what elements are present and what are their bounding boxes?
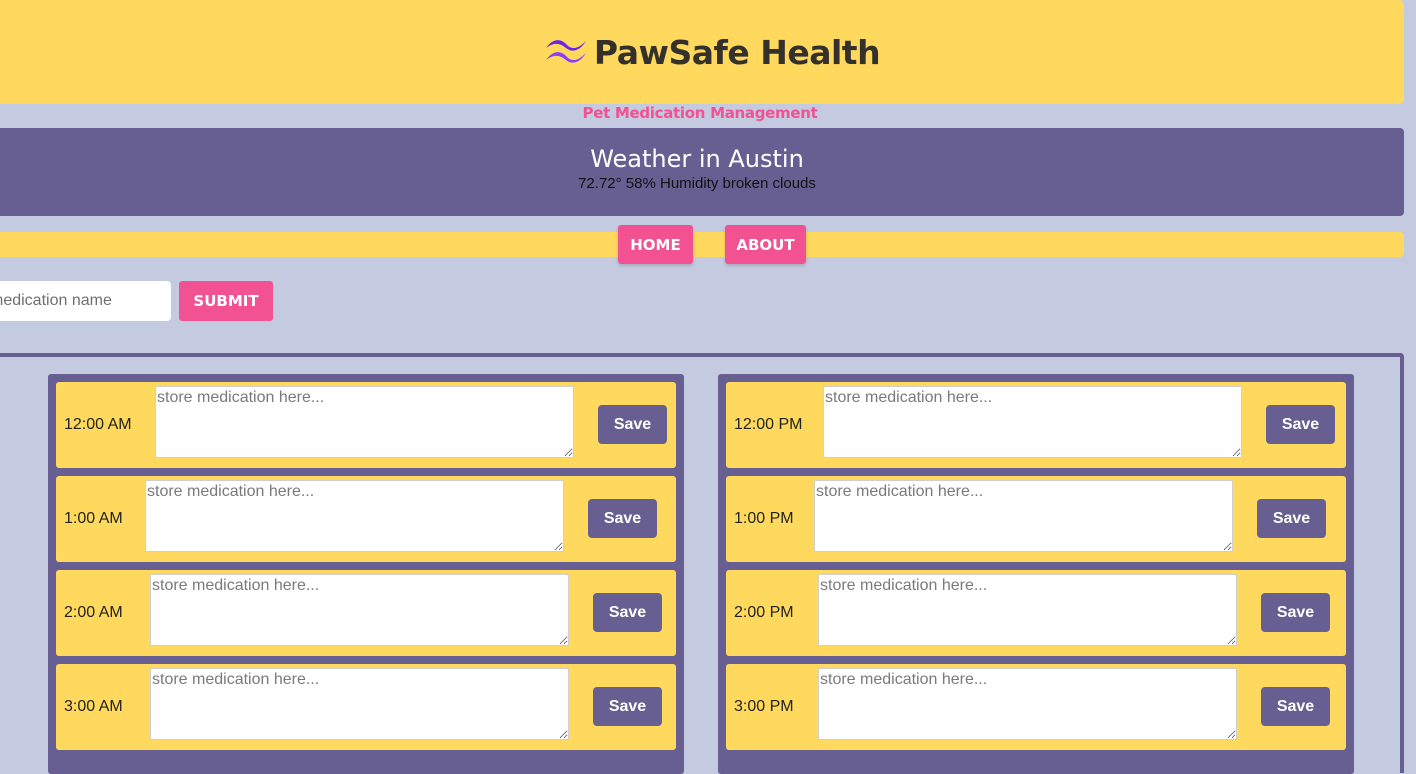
slot-time: 2:00 AM [64, 604, 123, 621]
save-button[interactable]: Save [1266, 405, 1335, 444]
medication-textarea[interactable] [818, 574, 1237, 646]
weather-panel: Weather in Austin 72.72° 58% Humidity br… [0, 128, 1404, 216]
about-button[interactable]: ABOUT [725, 225, 806, 264]
save-button[interactable]: Save [588, 499, 657, 538]
home-button[interactable]: HOME [618, 225, 693, 264]
time-slot: 2:00 PM Save [726, 570, 1346, 656]
brand[interactable]: PawSafe Health [544, 32, 881, 72]
site-header: PawSafe Health [0, 0, 1404, 104]
site-title: PawSafe Health [593, 32, 881, 72]
slot-time: 3:00 AM [64, 698, 123, 715]
time-slot: 12:00 PM Save [726, 382, 1346, 468]
time-slot: 12:00 AM Save [56, 382, 676, 468]
medication-textarea[interactable] [150, 574, 569, 646]
medication-textarea[interactable] [155, 386, 574, 458]
slot-time: 3:00 PM [734, 698, 794, 715]
save-button[interactable]: Save [1261, 687, 1330, 726]
slot-time: 12:00 AM [64, 416, 132, 433]
pm-schedule-column: 12:00 PM Save 1:00 PM Save 2:00 PM Save … [718, 374, 1354, 774]
medication-name-input[interactable] [0, 281, 171, 321]
time-slot: 1:00 PM Save [726, 476, 1346, 562]
slot-time: 12:00 PM [734, 416, 803, 433]
time-slot: 1:00 AM Save [56, 476, 676, 562]
site-subtitle: Pet Medication Management [582, 104, 818, 122]
medication-textarea[interactable] [818, 668, 1237, 740]
submit-button[interactable]: SUBMIT [179, 281, 273, 321]
medication-textarea[interactable] [150, 668, 569, 740]
medication-textarea[interactable] [814, 480, 1233, 552]
slot-time: 2:00 PM [734, 604, 794, 621]
medication-textarea[interactable] [145, 480, 564, 552]
save-button[interactable]: Save [598, 405, 667, 444]
weather-details: 72.72° 58% Humidity broken clouds [578, 175, 816, 192]
save-button[interactable]: Save [593, 687, 662, 726]
wave-logo-icon [544, 36, 590, 68]
weather-title: Weather in Austin [590, 145, 804, 173]
save-button[interactable]: Save [1257, 499, 1326, 538]
time-slot: 3:00 AM Save [56, 664, 676, 750]
am-schedule-column: 12:00 AM Save 1:00 AM Save 2:00 AM Save … [48, 374, 684, 774]
time-slot: 2:00 AM Save [56, 570, 676, 656]
slot-time: 1:00 AM [64, 510, 123, 527]
slot-time: 1:00 PM [734, 510, 794, 527]
save-button[interactable]: Save [1261, 593, 1330, 632]
time-slot: 3:00 PM Save [726, 664, 1346, 750]
medication-textarea[interactable] [823, 386, 1242, 458]
nav-bar [0, 232, 1404, 257]
save-button[interactable]: Save [593, 593, 662, 632]
